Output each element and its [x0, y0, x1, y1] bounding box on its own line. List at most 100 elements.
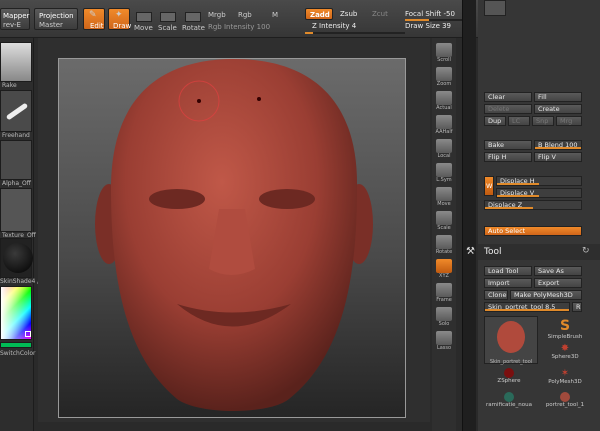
left-tray: Rake Freehand Alpha_Off Texture_Off Skin…: [0, 38, 64, 431]
w-button[interactable]: W: [484, 176, 494, 196]
document-canvas[interactable]: [38, 38, 430, 422]
zsphere-tool[interactable]: ZSphere: [482, 368, 536, 384]
mapper-label: Mapper: [3, 12, 30, 20]
move-icon[interactable]: [136, 12, 152, 22]
secondary-color-swatch[interactable]: [0, 342, 32, 348]
refresh-icon[interactable]: ↻: [582, 246, 590, 256]
tool-l-sym[interactable]: L.Sym: [432, 162, 456, 186]
displace-z-fill: [485, 207, 533, 209]
local-icon: [436, 139, 452, 153]
rgb-intensity-slider[interactable]: Rgb Intensity 100: [208, 23, 270, 31]
displace-h-slider[interactable]: Displace H: [496, 176, 582, 186]
tool-label: XYZ: [439, 273, 449, 279]
draw-size-slider[interactable]: Draw Size 39: [405, 22, 451, 30]
tool-xyz[interactable]: XYZ: [432, 258, 456, 282]
tool-label: Rotate: [435, 249, 453, 255]
displace-v-slider[interactable]: Displace V: [496, 188, 582, 198]
draw-button[interactable]: ✦ Draw: [108, 8, 132, 30]
tool-aahalf[interactable]: AAHalf: [432, 114, 456, 138]
freehand-stroke-thumb[interactable]: [0, 90, 32, 132]
current-tool-slider[interactable]: Skin_portret_tool 8.5: [484, 302, 570, 312]
edit-button[interactable]: ✎ Edit: [83, 8, 105, 30]
auto-select-button[interactable]: Auto Select: [484, 226, 582, 236]
xyz-icon: [436, 259, 452, 273]
tool-lasso[interactable]: Lasso: [432, 330, 456, 354]
color-cursor-icon: [25, 331, 31, 337]
save-as-button[interactable]: Save As: [534, 266, 582, 276]
polymesh3d-tool[interactable]: ✶ PolyMesh3D: [538, 368, 592, 385]
fill-button[interactable]: Fill: [534, 92, 582, 102]
tool-frame[interactable]: Frame: [432, 282, 456, 306]
tool-label: Move: [437, 201, 451, 207]
zadd-button[interactable]: Zadd: [305, 8, 333, 20]
texture-thumb[interactable]: [0, 188, 32, 232]
clone-button[interactable]: Clone: [484, 290, 508, 300]
tool-header[interactable]: ⚒ Tool ↻: [466, 244, 600, 260]
snp-button[interactable]: Snp: [532, 116, 554, 126]
tool-solo[interactable]: Solo: [432, 306, 456, 330]
focal-shift-slider[interactable]: Focal Shift -50: [405, 10, 455, 18]
scale-icon[interactable]: [160, 12, 176, 22]
tool-item-label-1: SimpleBrush: [547, 334, 583, 340]
mrg-button[interactable]: Mrg: [556, 116, 582, 126]
create-button[interactable]: Create: [534, 104, 582, 114]
tool-local[interactable]: Local: [432, 138, 456, 162]
polymesh3d-icon: ✶: [560, 368, 570, 379]
tool-zoom[interactable]: Zoom: [432, 66, 456, 90]
r-button[interactable]: R: [572, 302, 582, 312]
rgb-toggle[interactable]: Rgb: [238, 11, 252, 19]
portret-tool-1[interactable]: portret_tool_1: [538, 392, 592, 408]
move-label: Move: [134, 24, 153, 32]
load-tool-button[interactable]: Load Tool: [484, 266, 532, 276]
tool-scale[interactable]: Scale: [432, 210, 456, 234]
focal-shift-track: [405, 19, 465, 21]
rake-brush-thumb[interactable]: [0, 42, 32, 82]
flip-v-button[interactable]: Flip V: [534, 152, 582, 162]
viewport[interactable]: [58, 58, 406, 418]
m-toggle[interactable]: M: [272, 11, 278, 19]
tool-actual[interactable]: Actual: [432, 90, 456, 114]
zcut-button[interactable]: Zcut: [372, 10, 388, 18]
export-button[interactable]: Export: [534, 278, 582, 288]
color-picker[interactable]: [0, 286, 32, 340]
clear-button[interactable]: Clear: [484, 92, 532, 102]
z-intensity-slider[interactable]: Z Intensity 4: [312, 22, 356, 30]
tool-item-label-0: Skin_portret_tool: [489, 359, 533, 365]
actual-icon: [436, 91, 452, 105]
alpha-thumb[interactable]: [0, 140, 32, 180]
panel-scrollbar[interactable]: [462, 0, 476, 431]
tool-scroll[interactable]: Scroll: [432, 42, 456, 66]
simplebrush-tool[interactable]: S SimpleBrush: [538, 318, 592, 340]
delete-button[interactable]: Delete: [484, 104, 532, 114]
dup-button[interactable]: Dup: [484, 116, 506, 126]
displace-z-slider[interactable]: Displace Z: [484, 200, 582, 210]
zoom-icon: [436, 67, 452, 81]
rotate-icon: [436, 235, 452, 249]
scale-label: Scale: [158, 24, 177, 32]
sphere3d-icon: ✸: [560, 343, 570, 354]
mrgb-toggle[interactable]: Mrgb: [208, 11, 226, 19]
blend-slider[interactable]: B Blend 100: [534, 140, 582, 150]
head-model[interactable]: [59, 59, 405, 417]
layer-thumb[interactable]: [484, 0, 506, 16]
flip-h-button[interactable]: Flip H: [484, 152, 532, 162]
material-thumb[interactable]: [0, 238, 33, 278]
switch-color-button[interactable]: SwitchColor: [0, 350, 36, 357]
draw-label: Draw: [113, 22, 132, 30]
rotate-icon[interactable]: [185, 12, 201, 22]
current-tool-thumb[interactable]: Skin_portret_tool: [484, 316, 538, 365]
projection-master-button[interactable]: Projection Master: [34, 8, 78, 30]
tool-rotate[interactable]: Rotate: [432, 234, 456, 258]
mapper-button[interactable]: Mapper rev-E: [0, 8, 30, 30]
tool-item-label-5: ramificatie_noua: [486, 402, 532, 408]
tool-move[interactable]: Move: [432, 186, 456, 210]
lc-button[interactable]: LC: [508, 116, 530, 126]
make-polymesh-button[interactable]: Make PolyMesh3D: [510, 290, 582, 300]
import-button[interactable]: Import: [484, 278, 532, 288]
right-shelf: Scroll Zoom Actual AAHalf Local L.Sym Move Scal…: [432, 38, 456, 431]
tool-item-label-6: portret_tool_1: [545, 402, 585, 408]
bake-button[interactable]: Bake: [484, 140, 532, 150]
sphere3d-tool[interactable]: ✸ Sphere3D: [538, 343, 592, 360]
ramificatie-tool[interactable]: ramificatie_noua: [482, 392, 536, 408]
zsub-button[interactable]: Zsub: [340, 10, 357, 18]
